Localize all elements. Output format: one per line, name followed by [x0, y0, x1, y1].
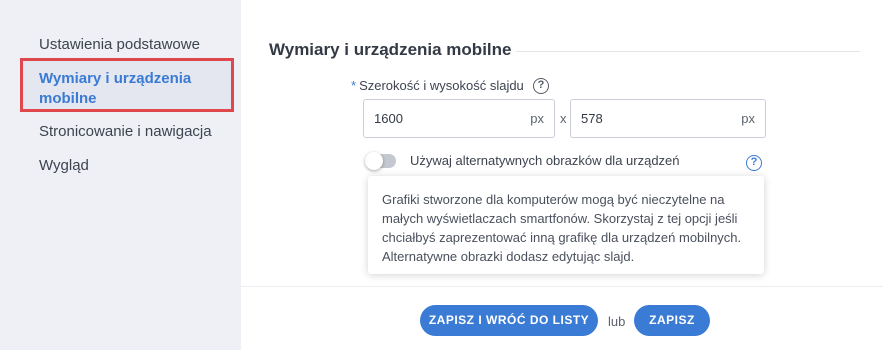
required-mark: *	[351, 78, 357, 93]
question-circle-icon[interactable]: ?	[533, 78, 549, 94]
sidebar-item-pagination-navigation[interactable]: Stronicowanie i nawigacja	[39, 123, 212, 140]
main-panel: Wymiary i urządzenia mobilne * Szerokość …	[241, 0, 883, 350]
save-and-back-button[interactable]: ZAPISZ I WRÓĆ DO LISTY	[420, 305, 598, 336]
sidebar-item-label: Wymiary i urządzenia mobilne	[39, 70, 192, 107]
sidebar: Ustawienia podstawowe Wymiary i urządzen…	[0, 0, 241, 350]
size-separator: x	[560, 111, 567, 126]
slide-size-label: * Szerokość i wysokość slajdu	[351, 78, 524, 93]
mobile-images-toggle[interactable]	[365, 152, 396, 170]
save-button[interactable]: ZAPISZ	[634, 305, 710, 336]
section-divider	[516, 51, 860, 52]
height-unit: px	[741, 111, 755, 126]
slide-size-label-text: Szerokość i wysokość slajdu	[359, 78, 524, 93]
width-unit: px	[530, 111, 544, 126]
slide-width-input[interactable]: 1600 px	[363, 99, 555, 138]
sidebar-item-dimensions-mobile[interactable]: Wymiary i urządzenia mobilne	[20, 58, 234, 112]
slide-width-value: 1600	[374, 111, 403, 126]
toggle-knob	[365, 152, 383, 170]
sidebar-item-basic-settings[interactable]: Ustawienia podstawowe	[39, 36, 200, 53]
section-title: Wymiary i urządzenia mobilne	[269, 40, 512, 59]
slide-height-value: 578	[581, 111, 603, 126]
mobile-images-toggle-label: Używaj alternatywnych obrazków dla urząd…	[410, 153, 680, 168]
help-tooltip: Grafiki stworzone dla komputerów mogą by…	[368, 176, 764, 274]
slide-height-input[interactable]: 578 px	[570, 99, 766, 138]
or-text: lub	[608, 314, 626, 329]
question-circle-icon[interactable]: ?	[746, 155, 762, 171]
form-footer: ZAPISZ I WRÓĆ DO LISTY lub ZAPISZ	[241, 286, 883, 350]
tooltip-text: Grafiki stworzone dla komputerów mogą by…	[382, 192, 742, 264]
sidebar-item-appearance[interactable]: Wygląd	[39, 157, 89, 174]
